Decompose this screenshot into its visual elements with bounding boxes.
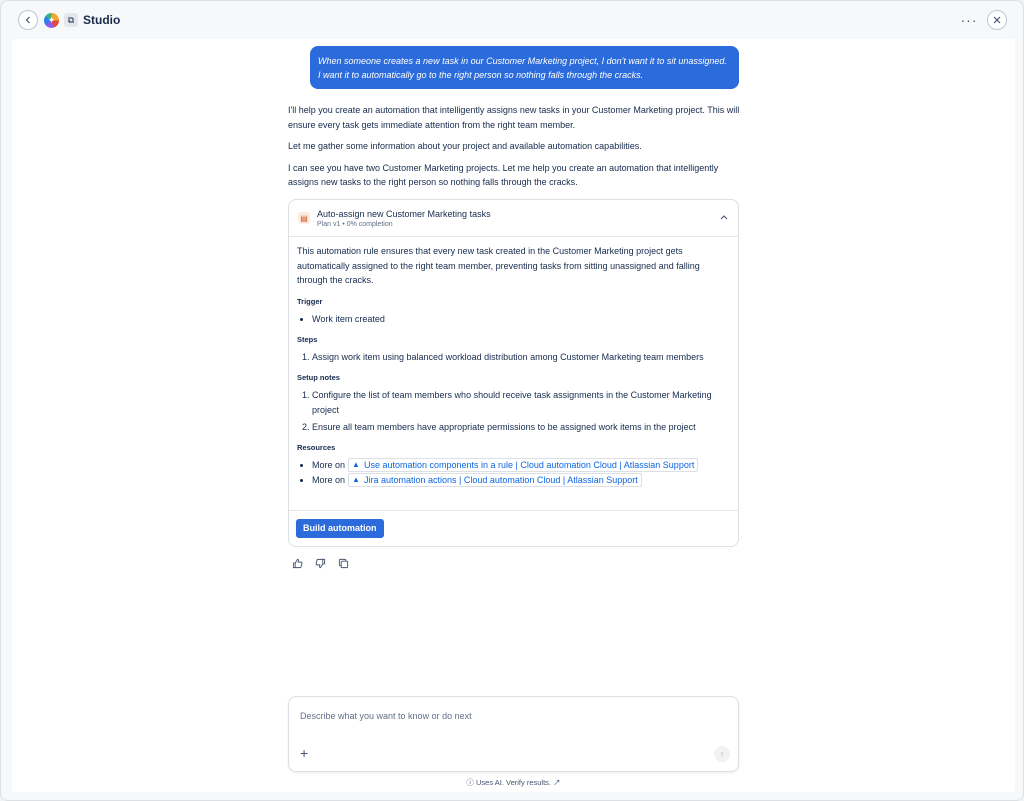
assistant-response: I'll help you create an automation that …: [288, 103, 740, 197]
setup-note-item: Configure the list of team members who s…: [312, 388, 730, 417]
studio-icon: ⧉: [64, 13, 78, 27]
resources-list: More on ▲ Use automation components in a…: [297, 458, 730, 487]
trigger-item: Work item created: [312, 312, 730, 327]
top-bar: ✦ ⧉ Studio ···: [1, 1, 1023, 39]
resource-prefix: More on: [312, 474, 346, 485]
user-message-text: When someone creates a new task in our C…: [318, 56, 727, 80]
rovo-logo-icon: ✦: [44, 12, 59, 28]
plus-icon[interactable]: +: [300, 746, 308, 760]
plan-header[interactable]: ▤ Auto-assign new Customer Marketing tas…: [289, 200, 738, 237]
resource-link-text: Use automation components in a rule | Cl…: [363, 460, 695, 471]
plan-footer: Build automation: [289, 510, 738, 546]
trigger-heading: Trigger: [297, 296, 323, 306]
chevron-left-icon: [25, 16, 30, 24]
chevron-up-icon[interactable]: [720, 212, 728, 222]
info-icon: ⓘ: [466, 778, 474, 787]
assistant-paragraph: Let me gather some information about you…: [288, 141, 642, 151]
setup-notes-list: Configure the list of team members who s…: [297, 388, 730, 435]
resource-link[interactable]: ▲ Use automation components in a rule | …: [348, 458, 699, 473]
message-composer[interactable]: Describe what you want to know or do nex…: [288, 696, 739, 772]
trigger-list: Work item created: [297, 312, 730, 327]
resource-prefix: More on: [312, 460, 346, 470]
send-arrow-icon[interactable]: ↑: [714, 746, 730, 762]
composer-input[interactable]: Describe what you want to know or do nex…: [300, 711, 472, 721]
plan-title: Auto-assign new Customer Marketing tasks: [317, 209, 491, 219]
user-message-bubble: When someone creates a new task in our C…: [310, 46, 739, 89]
disclaimer-text: Uses AI. Verify results.: [475, 778, 552, 787]
studio-window: ✦ ⧉ Studio ··· When someone creates a ne…: [0, 0, 1024, 801]
assistant-paragraph: I'll help you create an automation that …: [288, 105, 740, 130]
resources-heading: Resources: [297, 442, 336, 452]
plan-body: This automation rule ensures that every …: [289, 237, 738, 487]
feedback-actions: [291, 557, 349, 569]
more-options-icon[interactable]: ···: [959, 12, 979, 28]
steps-heading: Steps: [297, 334, 318, 344]
resource-link-text: Jira automation actions | Cloud automati…: [363, 474, 638, 485]
atlassian-icon: ▲: [352, 460, 360, 470]
chat-panel: When someone creates a new task in our C…: [12, 39, 1015, 792]
thumbs-up-icon[interactable]: [291, 557, 303, 569]
setup-notes-heading: Setup notes: [297, 372, 340, 382]
resource-item: More on ▲ Use automation components in a…: [312, 458, 730, 473]
plan-card: ▤ Auto-assign new Customer Marketing tas…: [288, 199, 739, 547]
atlassian-icon: ▲: [352, 474, 360, 484]
resource-item: More on ▲ Jira automation actions | Clou…: [312, 472, 730, 488]
thumbs-down-icon[interactable]: [314, 557, 326, 569]
external-link-icon[interactable]: ↗: [553, 778, 561, 787]
plan-description: This automation rule ensures that every …: [297, 246, 700, 285]
close-icon: [993, 16, 1001, 24]
resource-link[interactable]: ▲ Jira automation actions | Cloud automa…: [348, 472, 642, 487]
ai-disclaimer: ⓘ Uses AI. Verify results. ↗: [12, 777, 1015, 788]
step-item: Assign work item using balanced workload…: [312, 350, 730, 365]
assistant-paragraph: I can see you have two Customer Marketin…: [288, 162, 719, 188]
app-title: Studio: [83, 13, 121, 27]
plan-document-icon: ▤: [298, 212, 310, 224]
copy-icon[interactable]: [337, 557, 349, 569]
steps-list: Assign work item using balanced workload…: [297, 350, 730, 365]
close-button[interactable]: [987, 10, 1007, 30]
plan-subtitle: Plan v1 • 0% completion: [317, 221, 393, 228]
setup-note-item: Ensure all team members have appropriate…: [312, 420, 730, 435]
back-button[interactable]: [18, 10, 38, 30]
build-automation-button[interactable]: Build automation: [296, 518, 384, 538]
